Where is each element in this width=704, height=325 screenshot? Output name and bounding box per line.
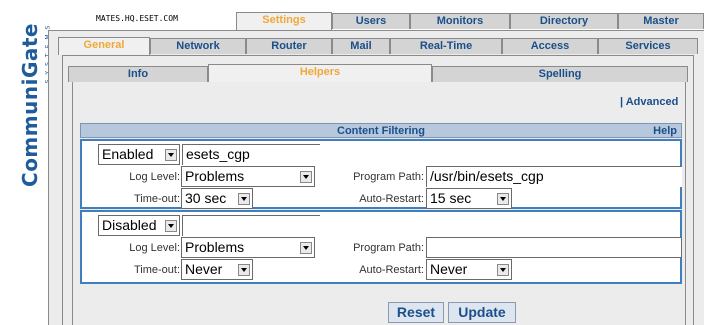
chevron-down-icon [497,264,509,276]
helper-2-state-value: Disabled [102,217,157,233]
tab-router[interactable]: Router [246,38,332,54]
tab-real-time[interactable]: Real-Time [390,38,502,54]
log-level-label: Log Level: [129,242,180,254]
helper-2-timeout-value: Never [185,261,223,277]
helper-2-log-level-select[interactable]: Problems [181,237,315,258]
tab-access[interactable]: Access [502,38,598,54]
chevron-down-icon [238,264,250,276]
chevron-down-icon [165,220,177,232]
helper-1-state-select[interactable]: Enabled [98,144,180,165]
tab-info[interactable]: Info [68,66,208,82]
tab-users[interactable]: Users [332,13,410,29]
helper-1-name-input[interactable]: esets_cgp [182,144,320,165]
helper-1-log-level-select[interactable]: Problems [181,166,315,187]
tab-directory[interactable]: Directory [510,13,618,29]
helper-1-program-path-input[interactable]: /usr/bin/esets_cgp [426,166,682,187]
program-path-label: Program Path: [353,242,424,254]
advanced-link[interactable]: | Advanced [620,96,678,108]
content-filtering-title: Content Filtering [337,125,425,137]
tab-settings[interactable]: Settings [236,12,332,30]
auto-restart-label: Auto-Restart: [359,264,424,276]
chevron-down-icon [300,242,312,254]
helper-2-program-path-input[interactable] [426,237,682,258]
tab-network[interactable]: Network [150,38,246,54]
tab-master[interactable]: Master [618,13,704,29]
tab-mail[interactable]: Mail [332,38,390,54]
log-level-label: Log Level: [129,171,180,183]
chevron-down-icon [497,193,509,205]
content-filtering-header: Content Filtering Help [80,123,682,138]
tab-helpers[interactable]: Helpers [208,64,432,82]
tab-general[interactable]: General [58,37,150,55]
helper-1-auto-restart-value: 15 sec [430,190,472,206]
timeout-label: Time-out: [133,264,180,276]
help-link[interactable]: Help [653,125,677,137]
helper-1-log-level-value: Problems [185,168,245,184]
update-button[interactable]: Update [448,302,516,323]
chevron-down-icon [238,193,250,205]
helper-1-state-value: Enabled [102,146,154,162]
helper-2-name-input[interactable] [182,215,320,236]
logo-word: CommuniGate [18,23,42,187]
helper-2-auto-restart-value: Never [430,261,468,277]
helper-2-state-select[interactable]: Disabled [98,215,180,236]
chevron-down-icon [165,149,177,161]
tab-monitors[interactable]: Monitors [410,13,510,29]
timeout-label: Time-out: [133,193,180,205]
program-path-label: Program Path: [353,171,424,183]
server-hostname: MATES.HQ.ESET.COM [96,14,178,23]
auto-restart-label: Auto-Restart: [359,193,424,205]
helper-row-2: Disabled Log Level: Problems Program Pat… [80,210,682,284]
helper-2-log-level-value: Problems [185,239,245,255]
helper-2-auto-restart-select[interactable]: Never [426,259,512,280]
reset-button[interactable]: Reset [388,302,444,323]
helper-1-timeout-value: 30 sec [185,190,227,206]
tab-services[interactable]: Services [598,38,698,54]
helper-2-timeout-select[interactable]: Never [181,259,253,280]
helper-1-timeout-select[interactable]: 30 sec [181,188,253,209]
helper-1-auto-restart-select[interactable]: 15 sec [426,188,512,209]
chevron-down-icon [300,171,312,183]
tab-spelling[interactable]: Spelling [432,66,688,82]
helper-row-1: Enabled esets_cgp Log Level: Problems Pr… [80,139,682,209]
